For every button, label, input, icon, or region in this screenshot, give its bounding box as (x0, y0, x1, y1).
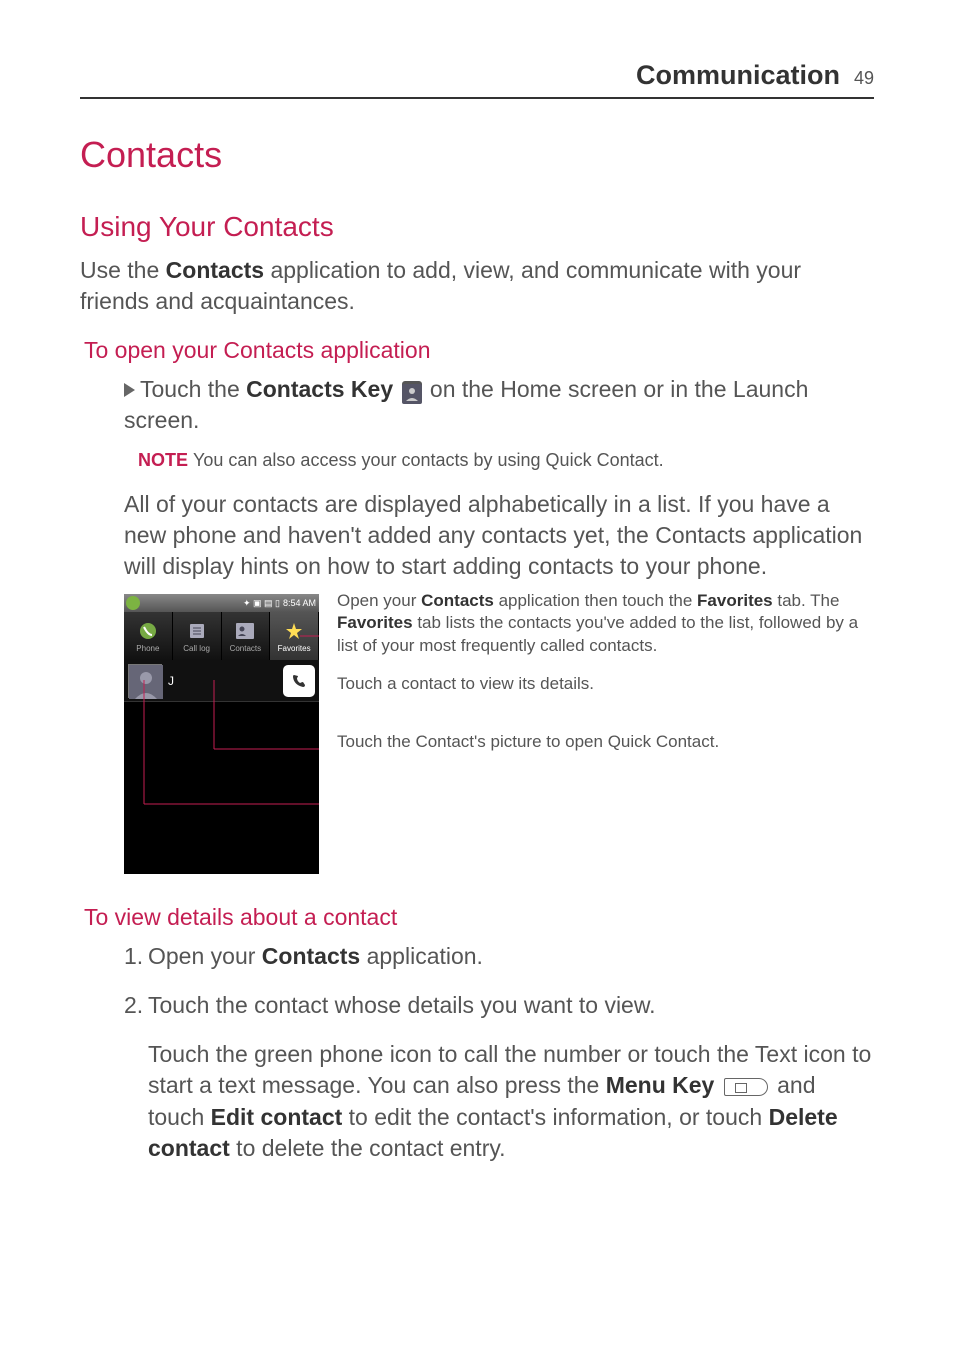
tab-label: Contacts (230, 644, 262, 653)
text: application then touch the (494, 591, 697, 610)
text-bold: Favorites (697, 591, 773, 610)
screenshot-section: ✦ ▣ ▤ ▯ 8:54 AM Phone Call log Contacts … (124, 594, 874, 874)
call-button[interactable] (283, 665, 315, 697)
step-1: 1. Open your Contacts application. (124, 941, 874, 972)
heading-using-contacts: Using Your Contacts (80, 211, 874, 243)
heading-contacts: Contacts (80, 134, 874, 176)
callout-touch-contact: Touch a contact to view its details. (337, 673, 874, 695)
step-2: 2. Touch the contact whose details you w… (124, 990, 874, 1021)
contacts-tab-icon (234, 620, 256, 642)
step-number: 2. (124, 990, 148, 1021)
numbered-list: 1. Open your Contacts application. 2. To… (124, 941, 874, 1021)
callout-favorites: Open your Contacts application then touc… (337, 590, 874, 656)
text-bold: Contacts Key (246, 376, 393, 402)
details-paragraph: Touch the green phone icon to call the n… (148, 1039, 874, 1163)
tab-label: Call log (183, 644, 210, 653)
favorites-tab-icon (283, 620, 305, 642)
tab-bar: Phone Call log Contacts Favorites (124, 612, 319, 660)
contact-row[interactable]: J (124, 660, 319, 702)
tab-label: Favorites (278, 644, 311, 653)
alpha-paragraph: All of your contacts are displayed alpha… (124, 489, 874, 582)
text: to edit the contact's information, or to… (342, 1104, 768, 1130)
page-number: 49 (854, 68, 874, 89)
tab-call-log[interactable]: Call log (173, 612, 222, 660)
status-time: 8:54 AM (283, 598, 316, 608)
note-label: NOTE (138, 450, 188, 470)
calllog-tab-icon (186, 620, 208, 642)
text-bold: Favorites (337, 613, 413, 632)
contacts-key-icon (402, 381, 422, 401)
text: application. (360, 943, 483, 969)
text-bold: Contacts (262, 943, 360, 969)
text: Open your (337, 591, 421, 610)
menu-key-icon (724, 1078, 768, 1096)
callouts: Open your Contacts application then touc… (319, 594, 874, 874)
bullet-triangle-icon (124, 383, 135, 397)
text-bold: Menu Key (606, 1072, 715, 1098)
text: to delete the contact entry. (230, 1135, 506, 1161)
tab-favorites[interactable]: Favorites (270, 612, 319, 660)
page-header: Communication 49 (80, 60, 874, 99)
note: NOTEYou can also access your contacts by… (138, 450, 874, 471)
text: Use the (80, 257, 166, 283)
contact-picture[interactable] (128, 664, 162, 698)
callout-touch-picture: Touch the Contact's picture to open Quic… (337, 731, 874, 753)
intro-paragraph: Use the Contacts application to add, vie… (80, 255, 874, 317)
heading-view-details: To view details about a contact (84, 904, 874, 931)
step-number: 1. (124, 941, 148, 972)
tab-label: Phone (136, 644, 159, 653)
text: Open your (148, 943, 262, 969)
section-title: Communication (636, 60, 840, 91)
text: Touch the (140, 376, 246, 402)
status-bar: ✦ ▣ ▤ ▯ 8:54 AM (124, 594, 319, 612)
tab-phone[interactable]: Phone (124, 612, 173, 660)
status-icons: ✦ ▣ ▤ ▯ (243, 598, 280, 609)
contact-name: J (168, 674, 283, 688)
phone-tab-icon (137, 620, 159, 642)
bullet-instruction: Touch the Contacts Key on the Home scree… (124, 374, 874, 436)
notification-icon (126, 596, 140, 610)
note-text: You can also access your contacts by usi… (193, 450, 664, 470)
step-text: Touch the contact whose details you want… (148, 990, 656, 1021)
phone-screenshot: ✦ ▣ ▤ ▯ 8:54 AM Phone Call log Contacts … (124, 594, 319, 874)
step-text: Open your Contacts application. (148, 941, 483, 972)
text: tab lists the contacts you've added to t… (337, 613, 858, 654)
text-bold: Edit contact (211, 1104, 343, 1130)
heading-open-contacts: To open your Contacts application (84, 337, 874, 364)
text-bold: Contacts (421, 591, 494, 610)
tab-contacts[interactable]: Contacts (222, 612, 271, 660)
text-bold: Contacts (166, 257, 264, 283)
text: tab. The (773, 591, 840, 610)
